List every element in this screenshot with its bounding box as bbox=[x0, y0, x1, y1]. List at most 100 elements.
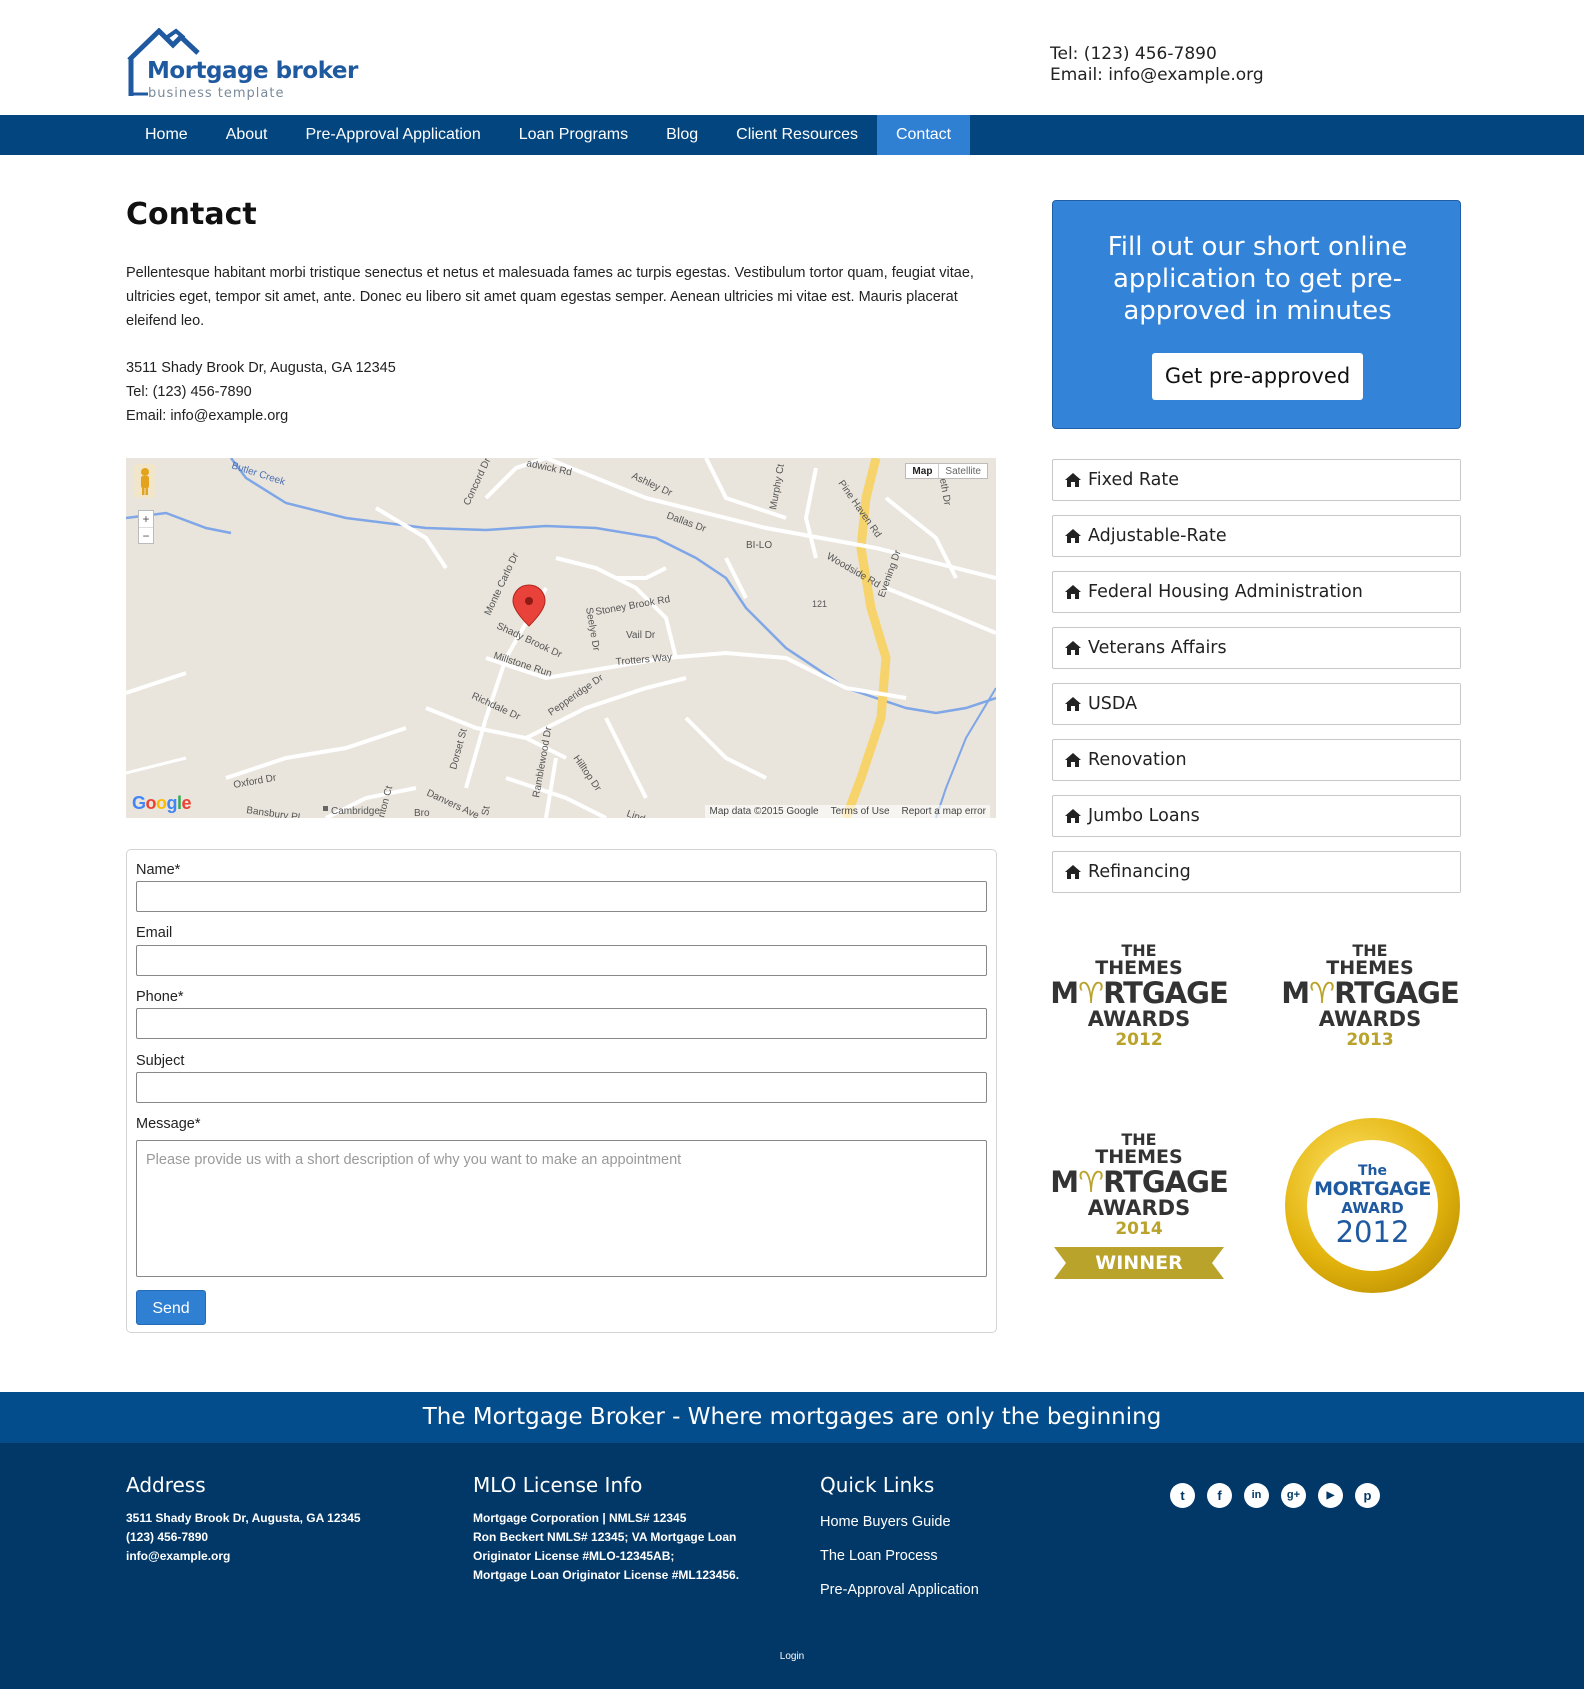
map-label-murphy-ct: Murphy Ct bbox=[768, 463, 787, 511]
social-links: t f in g+ ▶ p bbox=[1170, 1483, 1380, 1508]
location-map[interactable]: Butler Creek Concord Dr adwick Rd Ashley… bbox=[126, 458, 996, 818]
footer-quick-links-column: Quick Links Home Buyers Guide The Loan P… bbox=[820, 1473, 979, 1607]
google-logo: Google bbox=[132, 793, 192, 813]
loan-label: Refinancing bbox=[1088, 862, 1191, 882]
loan-item-jumbo-loans[interactable]: Jumbo Loans bbox=[1052, 795, 1461, 837]
award-year: 2014 bbox=[1115, 1219, 1163, 1239]
mortgage-award-medal: The MORTGAGE AWARD 2012 bbox=[1285, 1118, 1460, 1293]
google-plus-icon[interactable]: g+ bbox=[1281, 1483, 1306, 1508]
loan-item-veterans-affairs[interactable]: Veterans Affairs bbox=[1052, 627, 1461, 669]
nav-pre-approval-application[interactable]: Pre-Approval Application bbox=[287, 115, 500, 155]
street-view-pegman-icon[interactable] bbox=[134, 464, 156, 498]
home-icon bbox=[1065, 473, 1081, 487]
email-label: Email bbox=[136, 925, 173, 941]
header-email: Email: info@example.org bbox=[1050, 65, 1264, 85]
footer-link-pre-approval-application[interactable]: Pre-Approval Application bbox=[820, 1573, 979, 1607]
brand-tagline: business template bbox=[148, 86, 285, 101]
site-footer: Address 3511 Shady Brook Dr, Augusta, GA… bbox=[0, 1443, 1584, 1689]
page-title: Contact bbox=[126, 197, 257, 232]
map-terms-link[interactable]: Terms of Use bbox=[831, 806, 890, 817]
loan-label: USDA bbox=[1088, 694, 1138, 714]
map-label-cambridge: Cambridge bbox=[331, 806, 380, 817]
map-zoom-control[interactable]: + − bbox=[138, 510, 154, 544]
loan-item-usda[interactable]: USDA bbox=[1052, 683, 1461, 725]
footer-license-line: Mortgage Corporation | NMLS# 12345 bbox=[473, 1511, 687, 1525]
footer-address-column: Address 3511 Shady Brook Dr, Augusta, GA… bbox=[126, 1473, 361, 1566]
nav-contact[interactable]: Contact bbox=[876, 115, 971, 155]
home-icon bbox=[1065, 753, 1081, 767]
map-label-bansbury-pl: Bansbury Pl bbox=[246, 805, 301, 818]
subject-field[interactable] bbox=[136, 1072, 987, 1103]
footer-license-line: Ron Beckert NMLS# 12345; VA Mortgage Loa… bbox=[473, 1530, 737, 1544]
loan-item-renovation[interactable]: Renovation bbox=[1052, 739, 1461, 781]
youtube-icon[interactable]: ▶ bbox=[1318, 1483, 1343, 1508]
map-label-vail-dr: Vail Dr bbox=[626, 630, 656, 641]
map-label-trotters-way: Trotters Way bbox=[615, 652, 672, 668]
footer-email-line: info@example.org bbox=[126, 1549, 231, 1563]
map-label-hilltop-dr: Hilltop Dr bbox=[571, 753, 604, 794]
message-textarea[interactable]: Please provide us with a short descripti… bbox=[136, 1140, 987, 1277]
nav-loan-programs[interactable]: Loan Programs bbox=[500, 115, 647, 155]
loan-label: Jumbo Loans bbox=[1088, 806, 1200, 826]
map-canvas[interactable]: Butler Creek Concord Dr adwick Rd Ashley… bbox=[126, 458, 996, 818]
phone-field[interactable] bbox=[136, 1008, 987, 1039]
pinterest-icon[interactable]: p bbox=[1355, 1483, 1380, 1508]
map-type-control[interactable]: Map Satellite bbox=[905, 463, 988, 479]
award-badge-2014-winner: THE THEMES M♈RTGAGE AWARDS 2014 WINNER bbox=[1049, 1131, 1229, 1279]
medal-mortgage: MORTGAGE bbox=[1314, 1178, 1431, 1200]
footer-slogan: The Mortgage Broker - Where mortgages ar… bbox=[0, 1392, 1584, 1443]
map-report-error-link[interactable]: Report a map error bbox=[902, 806, 986, 817]
send-button[interactable]: Send bbox=[136, 1290, 206, 1325]
map-label-nton-ct: nton Ct bbox=[376, 785, 395, 818]
get-pre-approved-button[interactable]: Get pre-approved bbox=[1152, 353, 1363, 400]
loan-item-adjustable-rate[interactable]: Adjustable-Rate bbox=[1052, 515, 1461, 557]
award-awards: AWARDS bbox=[1318, 1007, 1422, 1031]
site-logo[interactable]: Mortgage broker business template bbox=[126, 28, 358, 101]
footer-link-loan-process[interactable]: The Loan Process bbox=[820, 1539, 979, 1573]
nav-home[interactable]: Home bbox=[126, 115, 207, 155]
loan-item-fha[interactable]: Federal Housing Administration bbox=[1052, 571, 1461, 613]
name-field[interactable] bbox=[136, 881, 987, 912]
map-zoom-out-button[interactable]: − bbox=[139, 527, 153, 544]
contact-address: 3511 Shady Brook Dr, Augusta, GA 12345 bbox=[126, 360, 396, 376]
map-label-st: St bbox=[480, 805, 493, 816]
email-field[interactable] bbox=[136, 945, 987, 976]
footer-link-home-buyers-guide[interactable]: Home Buyers Guide bbox=[820, 1505, 979, 1539]
loan-label: Fixed Rate bbox=[1088, 470, 1180, 490]
header-phone: Tel: (123) 456-7890 bbox=[1050, 44, 1217, 64]
medal-the: The bbox=[1357, 1163, 1387, 1179]
trophy-icon: ♈ bbox=[1078, 1165, 1104, 1199]
footer-address-title: Address bbox=[126, 1473, 206, 1497]
footer-address-line: 3511 Shady Brook Dr, Augusta, GA 12345 bbox=[126, 1511, 361, 1525]
nav-about[interactable]: About bbox=[207, 115, 287, 155]
map-zoom-in-button[interactable]: + bbox=[139, 511, 153, 527]
map-type-satellite-button[interactable]: Satellite bbox=[938, 464, 987, 478]
footer-license-column: MLO License Info Mortgage Corporation | … bbox=[473, 1473, 739, 1585]
award-year: 2012 bbox=[1115, 1030, 1163, 1050]
loan-label: Veterans Affairs bbox=[1088, 638, 1227, 658]
medal-inner: The MORTGAGE AWARD 2012 bbox=[1307, 1140, 1438, 1271]
facebook-icon[interactable]: f bbox=[1207, 1483, 1232, 1508]
map-type-map-button[interactable]: Map bbox=[906, 464, 938, 478]
linkedin-icon[interactable]: in bbox=[1244, 1483, 1269, 1508]
map-label-danvers-ave: Danvers Ave bbox=[425, 788, 481, 818]
footer-license-title: MLO License Info bbox=[473, 1473, 643, 1497]
loan-item-refinancing[interactable]: Refinancing bbox=[1052, 851, 1461, 893]
footer-phone-line: (123) 456-7890 bbox=[126, 1530, 209, 1544]
loan-label: Adjustable-Rate bbox=[1088, 526, 1227, 546]
main-nav: Home About Pre-Approval Application Loan… bbox=[0, 115, 1584, 155]
map-label-bi-lo: BI-LO bbox=[746, 540, 772, 551]
twitter-icon[interactable]: t bbox=[1170, 1483, 1195, 1508]
home-icon bbox=[1065, 809, 1081, 823]
map-label-concord-dr: Concord Dr bbox=[462, 458, 494, 507]
loan-item-fixed-rate[interactable]: Fixed Rate bbox=[1052, 459, 1461, 501]
contact-form: Name* Email Phone* Subject Message* Plea… bbox=[126, 849, 997, 1333]
name-label: Name* bbox=[136, 862, 181, 878]
home-icon bbox=[1065, 585, 1081, 599]
nav-blog[interactable]: Blog bbox=[647, 115, 717, 155]
award-badge-2012: THE THEMES M♈RTGAGE AWARDS 2012 bbox=[1049, 942, 1229, 1050]
site-header: Mortgage broker business template Tel: (… bbox=[0, 0, 1584, 115]
login-link[interactable]: Login bbox=[0, 1651, 1584, 1662]
nav-client-resources[interactable]: Client Resources bbox=[717, 115, 877, 155]
map-footer: Map data ©2015 Google Terms of Use Repor… bbox=[705, 805, 990, 818]
